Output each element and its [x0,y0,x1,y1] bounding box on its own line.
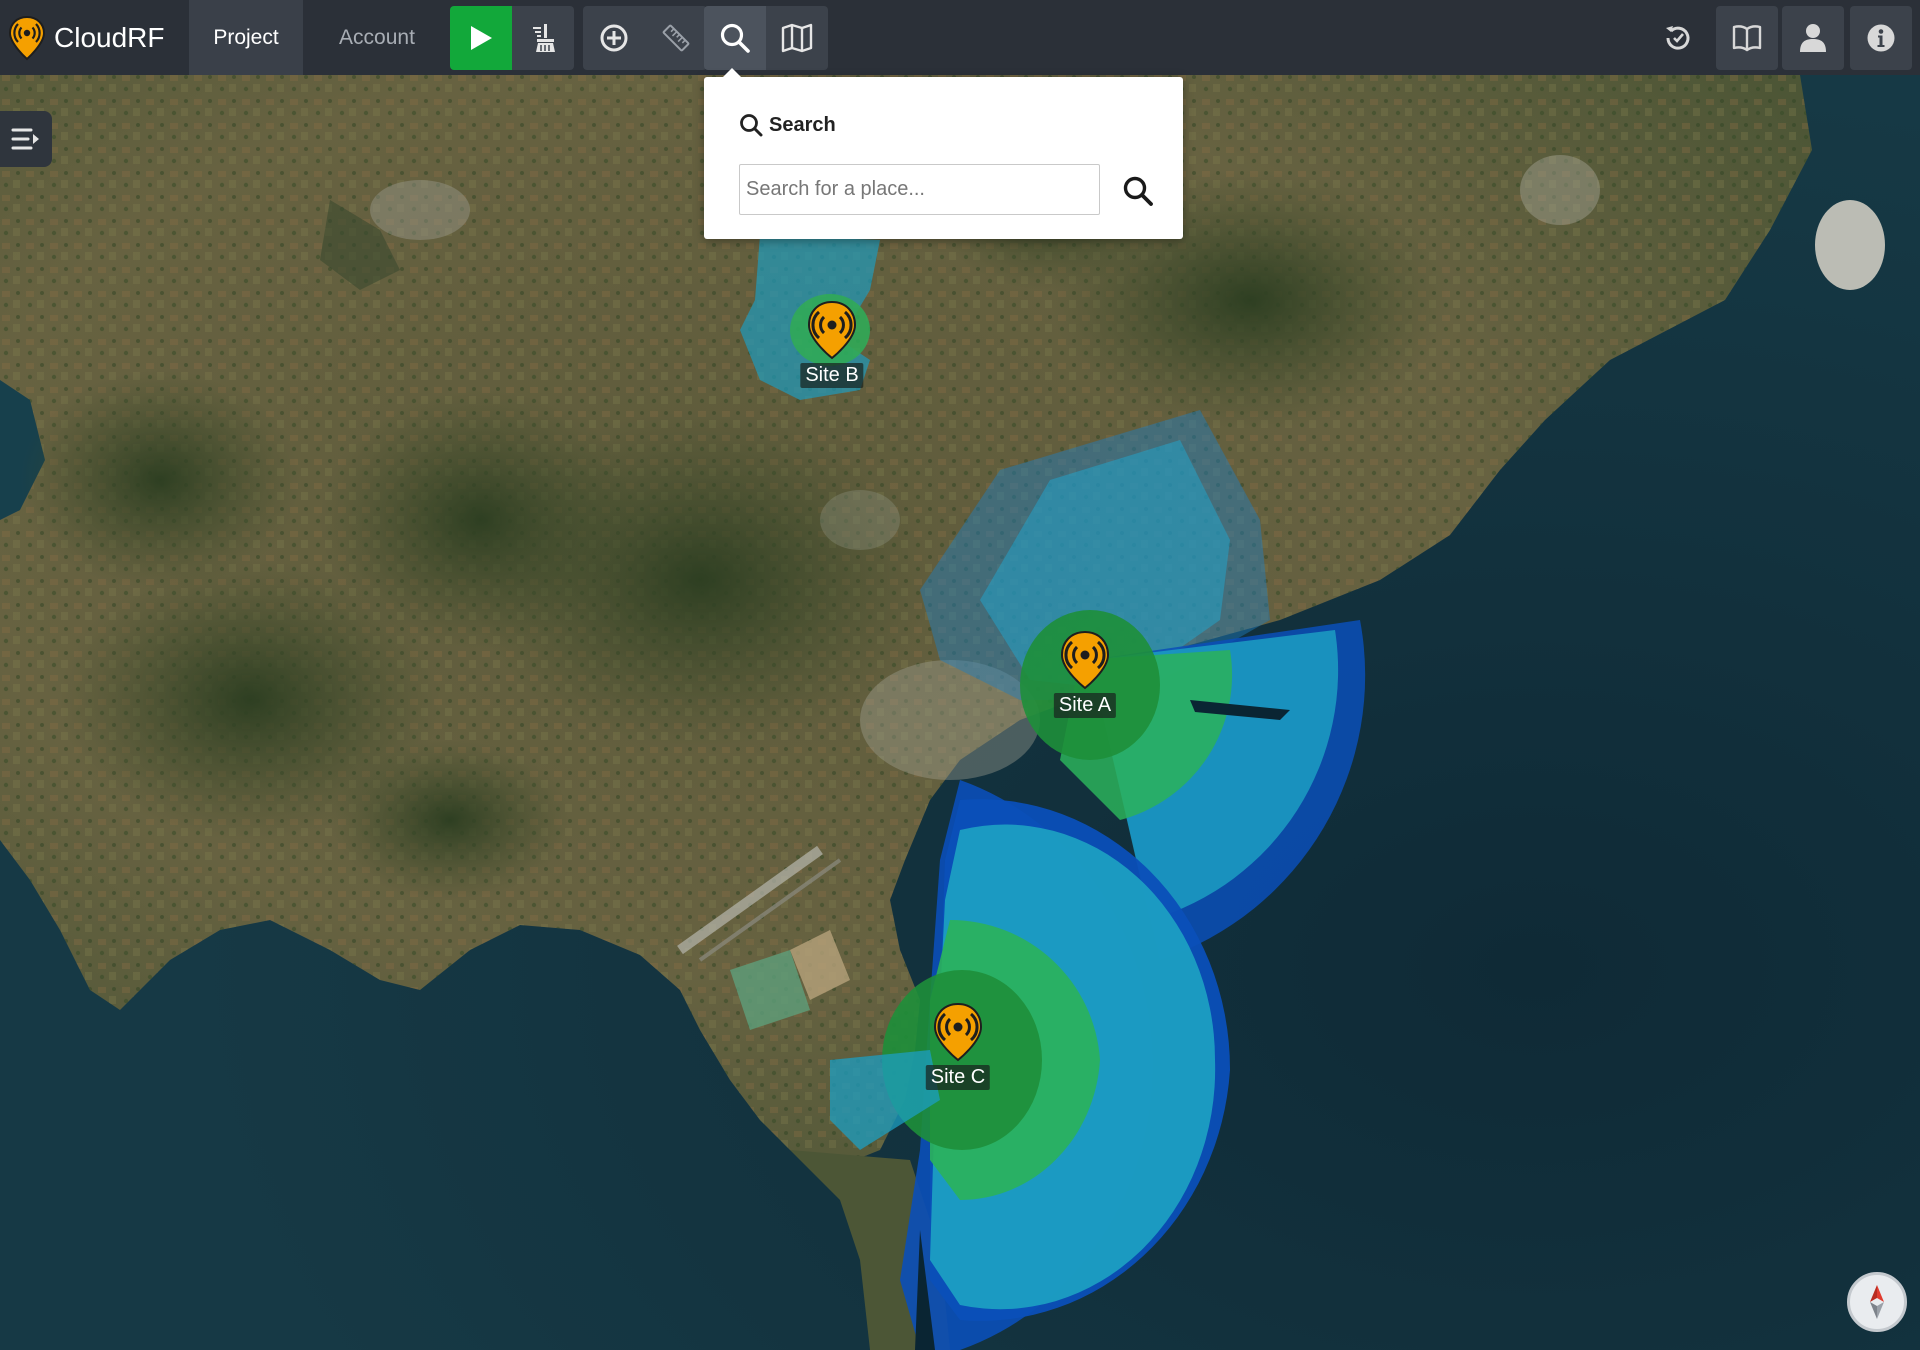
search-input[interactable] [739,164,1100,215]
site-label: Site C [925,1065,991,1090]
site-label: Site B [800,363,864,388]
broom-clear-icon [533,24,555,52]
ruler-icon [662,24,690,52]
sidebar-expand-icon [11,128,39,150]
measure-button[interactable] [645,6,707,70]
sidebar-toggle-button[interactable] [0,111,52,167]
history-button[interactable] [1647,6,1709,70]
edit-toolbar-group [583,6,707,70]
top-navbar: CloudRF Project Account [0,0,1920,75]
tab-project[interactable]: Project [189,0,303,75]
search-icon [720,23,750,53]
satellite-map[interactable] [0,75,1920,1350]
info-group [1850,6,1912,70]
cloudrf-app: CloudRF Project Account Site B Site A Si… [0,0,1920,1350]
history-group [1647,6,1709,70]
book-icon [1732,25,1762,52]
site-marker-b[interactable]: Site B [800,300,864,388]
site-marker-c[interactable]: Site C [925,1002,991,1090]
run-button[interactable] [450,6,512,70]
user-icon [1800,24,1826,52]
info-icon [1867,24,1895,52]
docs-group [1716,6,1778,70]
docs-button[interactable] [1716,6,1778,70]
popover-arrow [722,68,742,78]
antenna-pin-icon [807,300,857,360]
site-label: Site A [1053,693,1117,718]
map-layers-icon [781,23,813,53]
user-group [1782,6,1844,70]
search-submit-icon[interactable] [1122,175,1154,207]
view-toolbar-group [704,6,828,70]
play-icon [471,26,492,50]
map-layers-button[interactable] [766,6,828,70]
search-button[interactable] [704,6,766,70]
search-icon [740,114,763,137]
add-circle-icon [600,24,628,52]
antenna-pin-icon [1060,630,1110,690]
info-button[interactable] [1850,6,1912,70]
brand[interactable]: CloudRF [0,0,189,75]
clear-button[interactable] [512,6,574,70]
search-title-text: Search [769,113,836,136]
history-icon [1666,26,1690,50]
search-popover: Search [704,68,1183,239]
map-view[interactable]: Site B Site A Site C [0,75,1920,1350]
antenna-pin-icon [933,1002,983,1062]
site-marker-a[interactable]: Site A [1053,630,1117,718]
add-site-button[interactable] [583,6,645,70]
user-button[interactable] [1782,6,1844,70]
compass-icon [1870,1285,1884,1319]
app-name: CloudRF [54,21,165,53]
compass-button[interactable] [1847,1272,1907,1332]
run-toolbar-group [450,6,574,70]
tab-account[interactable]: Account [303,0,451,75]
cloudrf-logo-icon [8,15,46,60]
search-popover-title: Search [739,113,836,137]
